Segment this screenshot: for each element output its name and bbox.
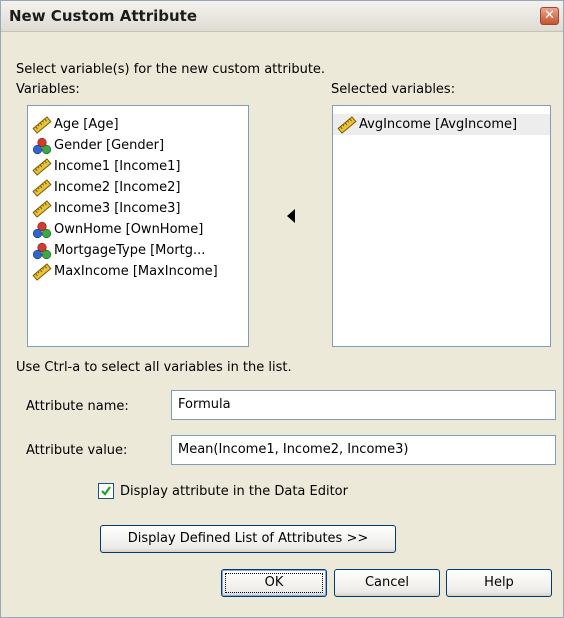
ruler-icon [337, 115, 357, 134]
close-icon[interactable]: ✕ [540, 7, 559, 25]
ok-button-label: OK [264, 575, 284, 590]
list-item[interactable]: Age [Age] [28, 114, 248, 135]
selected-variables-list[interactable]: AvgIncome [AvgIncome] [332, 105, 551, 347]
ok-button[interactable]: OK [221, 569, 327, 597]
nominal-icon [32, 137, 52, 155]
ruler-icon [32, 157, 52, 176]
list-item[interactable]: Income2 [Income2] [28, 177, 248, 198]
list-item-label: Age [Age] [54, 117, 119, 132]
title-bar[interactable]: New Custom Attribute ✕ [1, 1, 563, 32]
list-item-label: Income1 [Income1] [54, 159, 181, 174]
list-item-label: Income2 [Income2] [54, 180, 181, 195]
ctrl-a-hint: Use Ctrl-a to select all variables in th… [16, 360, 292, 375]
list-item-label: MortgageType [Mortg... [54, 243, 206, 258]
attribute-value-field[interactable]: Mean(Income1, Income2, Income3) [171, 435, 556, 465]
list-item[interactable]: MaxIncome [MaxIncome] [28, 261, 248, 282]
new-custom-attribute-dialog: New Custom Attribute ✕ Select variable(s… [0, 0, 564, 618]
list-item[interactable]: MortgageType [Mortg... [28, 240, 248, 261]
list-item[interactable]: AvgIncome [AvgIncome] [333, 114, 550, 135]
checkmark-icon [101, 486, 111, 496]
list-item-label: MaxIncome [MaxIncome] [54, 264, 218, 279]
list-item-label: Income3 [Income3] [54, 201, 181, 216]
ruler-icon [32, 115, 52, 134]
variables-list[interactable]: Age [Age] Gender [Gender] Income1 [Income1… [27, 105, 249, 347]
nominal-icon [32, 221, 52, 239]
list-item-label: AvgIncome [AvgIncome] [359, 117, 518, 132]
list-item[interactable]: Income1 [Income1] [28, 156, 248, 177]
list-item[interactable]: OwnHome [OwnHome] [28, 219, 248, 240]
nominal-icon [32, 242, 52, 260]
window-title: New Custom Attribute [9, 7, 197, 25]
ruler-icon [32, 199, 52, 218]
select-prompt: Select variable(s) for the new custom at… [16, 62, 326, 77]
selected-variables-label: Selected variables: [331, 82, 456, 97]
attribute-name-label: Attribute name: [26, 399, 129, 414]
ruler-icon [32, 262, 52, 281]
display-in-data-editor-checkbox[interactable] [98, 483, 114, 499]
variables-label: Variables: [16, 82, 80, 97]
cancel-button[interactable]: Cancel [334, 569, 440, 597]
list-item[interactable]: Gender [Gender] [28, 135, 248, 156]
help-button[interactable]: Help [446, 569, 552, 597]
ruler-icon [32, 178, 52, 197]
list-item-label: OwnHome [OwnHome] [54, 222, 204, 237]
display-defined-list-button[interactable]: Display Defined List of Attributes >> [100, 525, 396, 553]
list-item-label: Gender [Gender] [54, 138, 165, 153]
display-in-data-editor-label: Display attribute in the Data Editor [120, 484, 348, 499]
attribute-name-field[interactable]: Formula [171, 390, 556, 420]
attribute-value-label: Attribute value: [26, 443, 128, 458]
list-item[interactable]: Income3 [Income3] [28, 198, 248, 219]
move-left-arrow-icon[interactable] [286, 208, 296, 228]
